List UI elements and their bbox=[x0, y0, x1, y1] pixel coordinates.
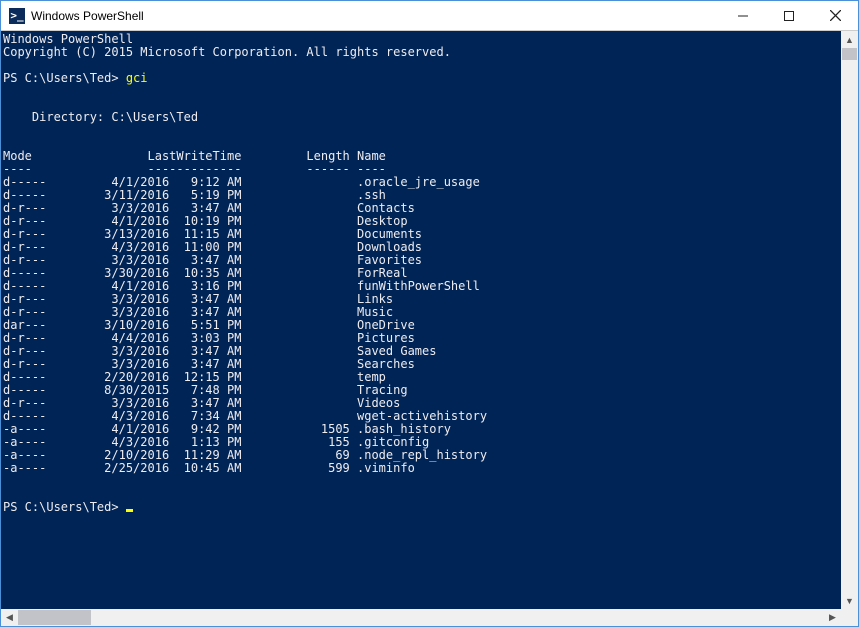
scroll-h-thumb[interactable] bbox=[18, 610, 91, 625]
scroll-up-arrow-icon[interactable]: ▲ bbox=[841, 31, 858, 48]
powershell-icon: >_ bbox=[9, 8, 25, 24]
titlebar[interactable]: >_ Windows PowerShell bbox=[1, 1, 858, 31]
scroll-v-thumb[interactable] bbox=[842, 48, 857, 60]
scroll-down-arrow-icon[interactable]: ▼ bbox=[841, 592, 858, 609]
terminal-content[interactable]: Windows PowerShell Copyright (C) 2015 Mi… bbox=[1, 31, 841, 609]
terminal-wrap: Windows PowerShell Copyright (C) 2015 Mi… bbox=[1, 31, 858, 626]
vertical-scrollbar[interactable]: ▲ ▼ bbox=[841, 31, 858, 609]
window-title: Windows PowerShell bbox=[31, 9, 144, 23]
minimize-button[interactable] bbox=[720, 1, 766, 31]
horizontal-scrollbar[interactable]: ◀ ▶ bbox=[1, 609, 841, 626]
scroll-v-track[interactable] bbox=[841, 48, 858, 592]
close-button[interactable] bbox=[812, 1, 858, 31]
scroll-left-arrow-icon[interactable]: ◀ bbox=[1, 609, 18, 626]
scrollbar-corner bbox=[841, 609, 858, 626]
scroll-right-arrow-icon[interactable]: ▶ bbox=[824, 609, 841, 626]
maximize-button[interactable] bbox=[766, 1, 812, 31]
